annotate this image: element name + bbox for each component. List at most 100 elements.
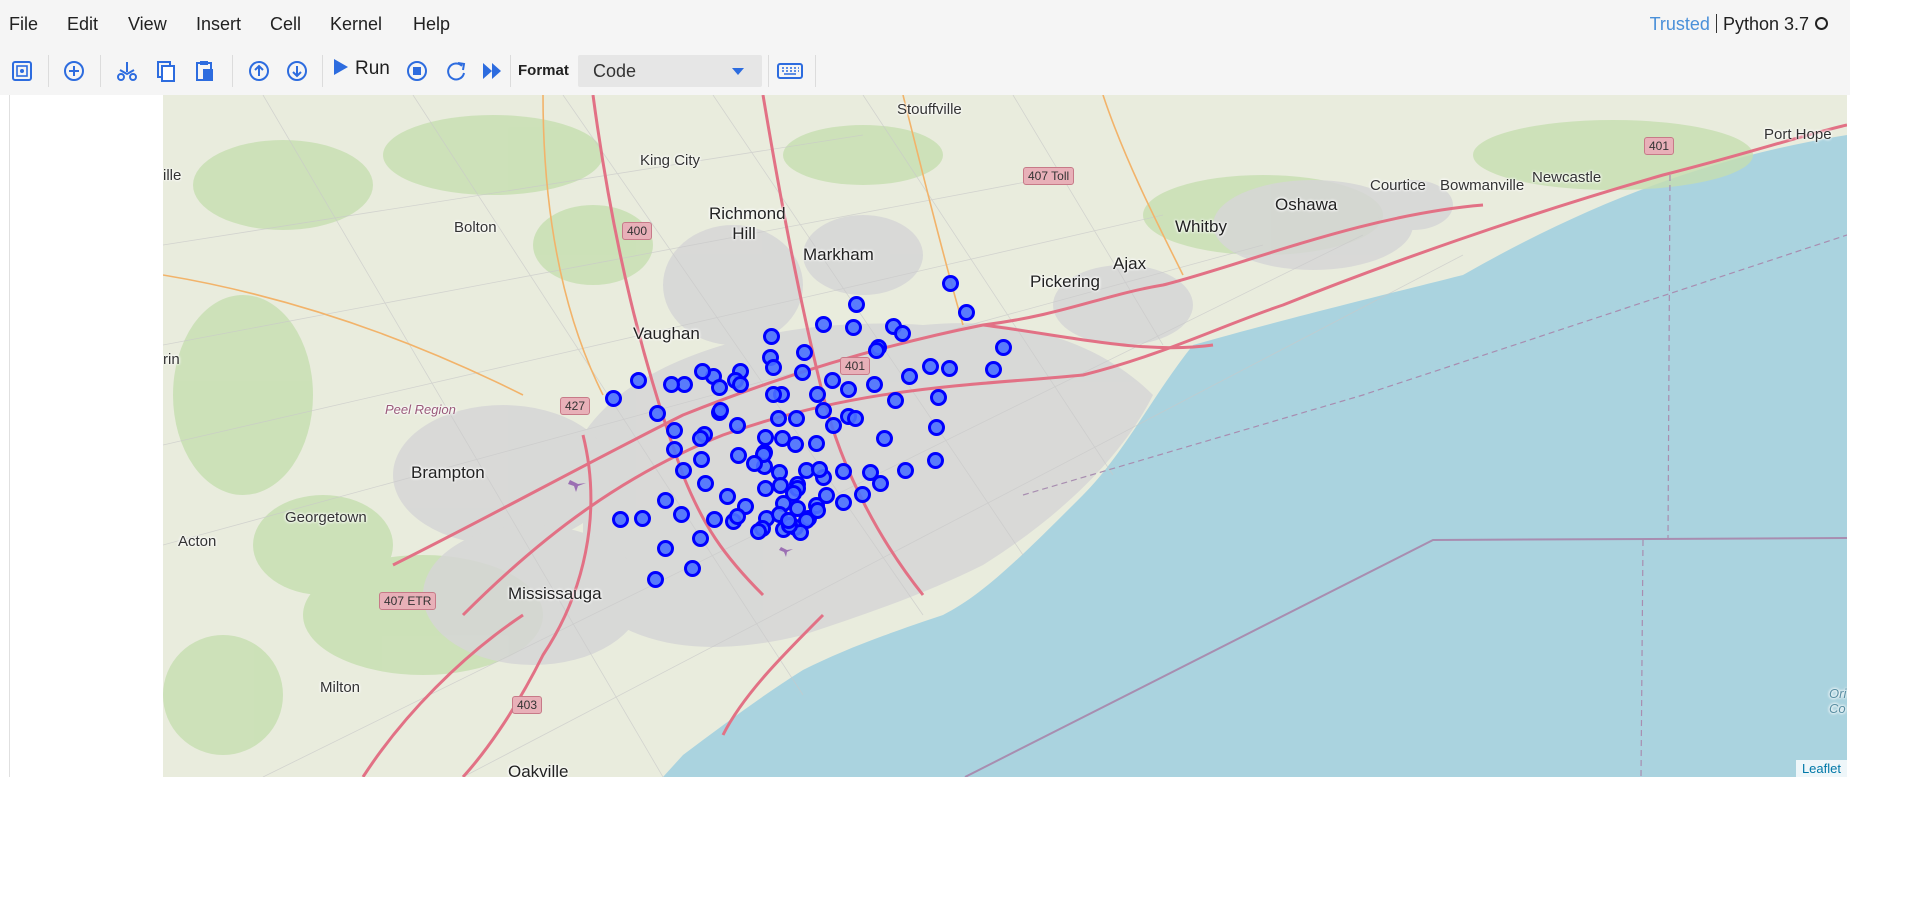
leaflet-attribution-link[interactable]: Leaflet bbox=[1795, 760, 1847, 777]
neighborhood-circle-marker[interactable] bbox=[694, 363, 711, 380]
neighborhood-circle-marker[interactable] bbox=[866, 376, 883, 393]
neighborhood-circle-marker[interactable] bbox=[630, 372, 647, 389]
neighborhood-circle-marker[interactable] bbox=[815, 316, 832, 333]
neighborhood-circle-marker[interactable] bbox=[765, 386, 782, 403]
neighborhood-circle-marker[interactable] bbox=[711, 379, 728, 396]
neighborhood-circle-marker[interactable] bbox=[854, 486, 871, 503]
neighborhood-circle-marker[interactable] bbox=[835, 463, 852, 480]
neighborhood-circle-marker[interactable] bbox=[788, 410, 805, 427]
neighborhood-circle-marker[interactable] bbox=[985, 361, 1002, 378]
neighborhood-circle-marker[interactable] bbox=[666, 422, 683, 439]
kernel-idle-icon bbox=[1815, 17, 1828, 30]
neighborhood-circle-marker[interactable] bbox=[730, 447, 747, 464]
neighborhood-circle-marker[interactable] bbox=[770, 410, 787, 427]
neighborhood-circle-marker[interactable] bbox=[927, 452, 944, 469]
neighborhood-circle-marker[interactable] bbox=[796, 344, 813, 361]
neighborhood-circle-marker[interactable] bbox=[750, 523, 767, 540]
neighborhood-circle-marker[interactable] bbox=[930, 389, 947, 406]
menu-kernel[interactable]: Kernel bbox=[330, 14, 382, 35]
neighborhood-circle-marker[interactable] bbox=[673, 506, 690, 523]
map-label-pickering: Pickering bbox=[1030, 272, 1100, 291]
menu-edit[interactable]: Edit bbox=[67, 14, 98, 35]
toolbar-divider bbox=[232, 55, 233, 87]
map-label-king-city: King City bbox=[640, 152, 701, 169]
neighborhood-circle-marker[interactable] bbox=[894, 325, 911, 342]
neighborhood-circle-marker[interactable] bbox=[876, 430, 893, 447]
save-icon[interactable] bbox=[11, 60, 33, 82]
neighborhood-circle-marker[interactable] bbox=[901, 368, 918, 385]
menu-insert[interactable]: Insert bbox=[196, 14, 241, 35]
neighborhood-circle-marker[interactable] bbox=[887, 392, 904, 409]
neighborhood-circle-marker[interactable] bbox=[605, 390, 622, 407]
move-up-icon[interactable] bbox=[248, 60, 270, 82]
separator bbox=[1715, 14, 1717, 33]
run-button[interactable]: Run bbox=[333, 58, 390, 82]
menu-view[interactable]: View bbox=[128, 14, 167, 35]
copy-icon[interactable] bbox=[156, 60, 176, 82]
menu-cell[interactable]: Cell bbox=[270, 14, 301, 35]
neighborhood-circle-marker[interactable] bbox=[794, 364, 811, 381]
neighborhood-circle-marker[interactable] bbox=[845, 319, 862, 336]
neighborhood-circle-marker[interactable] bbox=[868, 342, 885, 359]
neighborhood-circle-marker[interactable] bbox=[649, 405, 666, 422]
neighborhood-circle-marker[interactable] bbox=[719, 488, 736, 505]
neighborhood-circle-marker[interactable] bbox=[746, 455, 763, 472]
paste-icon[interactable] bbox=[195, 60, 215, 82]
neighborhood-circle-marker[interactable] bbox=[808, 435, 825, 452]
menu-help[interactable]: Help bbox=[413, 14, 450, 35]
neighborhood-circle-marker[interactable] bbox=[684, 560, 701, 577]
neighborhood-circle-marker[interactable] bbox=[928, 419, 945, 436]
neighborhood-circle-marker[interactable] bbox=[763, 328, 780, 345]
neighborhood-circle-marker[interactable] bbox=[995, 339, 1012, 356]
neighborhood-circle-marker[interactable] bbox=[941, 360, 958, 377]
stop-icon[interactable] bbox=[406, 60, 428, 82]
neighborhood-circle-marker[interactable] bbox=[647, 571, 664, 588]
neighborhood-circle-marker[interactable] bbox=[958, 304, 975, 321]
neighborhood-circle-marker[interactable] bbox=[780, 512, 797, 529]
neighborhood-circle-marker[interactable] bbox=[835, 494, 852, 511]
neighborhood-circle-marker[interactable] bbox=[840, 381, 857, 398]
neighborhood-circle-marker[interactable] bbox=[765, 359, 782, 376]
neighborhood-circle-marker[interactable] bbox=[729, 508, 746, 525]
neighborhood-circle-marker[interactable] bbox=[657, 540, 674, 557]
neighborhood-circle-marker[interactable] bbox=[692, 530, 709, 547]
highway-shield-403: 403 bbox=[512, 696, 543, 714]
neighborhood-circle-marker[interactable] bbox=[675, 462, 692, 479]
neighborhood-circle-marker[interactable] bbox=[712, 402, 729, 419]
fast-forward-icon[interactable] bbox=[481, 60, 503, 82]
neighborhood-circle-marker[interactable] bbox=[706, 511, 723, 528]
move-down-icon[interactable] bbox=[286, 60, 308, 82]
neighborhood-circle-marker[interactable] bbox=[692, 430, 709, 447]
neighborhood-circle-marker[interactable] bbox=[897, 462, 914, 479]
keyboard-icon[interactable] bbox=[777, 60, 803, 82]
neighborhood-circle-marker[interactable] bbox=[872, 475, 889, 492]
cut-icon[interactable] bbox=[116, 60, 138, 82]
neighborhood-circle-marker[interactable] bbox=[787, 436, 804, 453]
add-cell-icon[interactable] bbox=[63, 60, 85, 82]
neighborhood-circle-marker[interactable] bbox=[824, 372, 841, 389]
neighborhood-circle-marker[interactable] bbox=[657, 492, 674, 509]
neighborhood-circle-marker[interactable] bbox=[693, 451, 710, 468]
neighborhood-circle-marker[interactable] bbox=[697, 475, 714, 492]
neighborhood-circle-marker[interactable] bbox=[612, 511, 629, 528]
neighborhood-circle-marker[interactable] bbox=[848, 296, 865, 313]
neighborhood-circle-marker[interactable] bbox=[847, 410, 864, 427]
menu-file[interactable]: File bbox=[9, 14, 38, 35]
neighborhood-circle-marker[interactable] bbox=[634, 510, 651, 527]
neighborhood-circle-marker[interactable] bbox=[663, 376, 680, 393]
neighborhood-circle-marker[interactable] bbox=[811, 461, 828, 478]
kernel-name[interactable]: Python 3.7 bbox=[1723, 14, 1809, 34]
cell-type-select[interactable]: Code bbox=[578, 55, 762, 87]
restart-icon[interactable] bbox=[445, 60, 467, 82]
neighborhood-circle-marker[interactable] bbox=[809, 502, 826, 519]
neighborhood-circle-marker[interactable] bbox=[729, 417, 746, 434]
neighborhood-circle-marker[interactable] bbox=[922, 358, 939, 375]
neighborhood-circle-marker[interactable] bbox=[825, 417, 842, 434]
neighborhood-circle-marker[interactable] bbox=[732, 376, 749, 393]
neighborhood-circle-marker[interactable] bbox=[809, 386, 826, 403]
neighborhood-circle-marker[interactable] bbox=[942, 275, 959, 292]
leaflet-map[interactable]: Stouffville King City Richmond Hill Mark… bbox=[163, 95, 1847, 777]
neighborhood-circle-marker[interactable] bbox=[815, 402, 832, 419]
trusted-indicator[interactable]: Trusted bbox=[1650, 14, 1710, 34]
neighborhood-circle-marker[interactable] bbox=[666, 441, 683, 458]
